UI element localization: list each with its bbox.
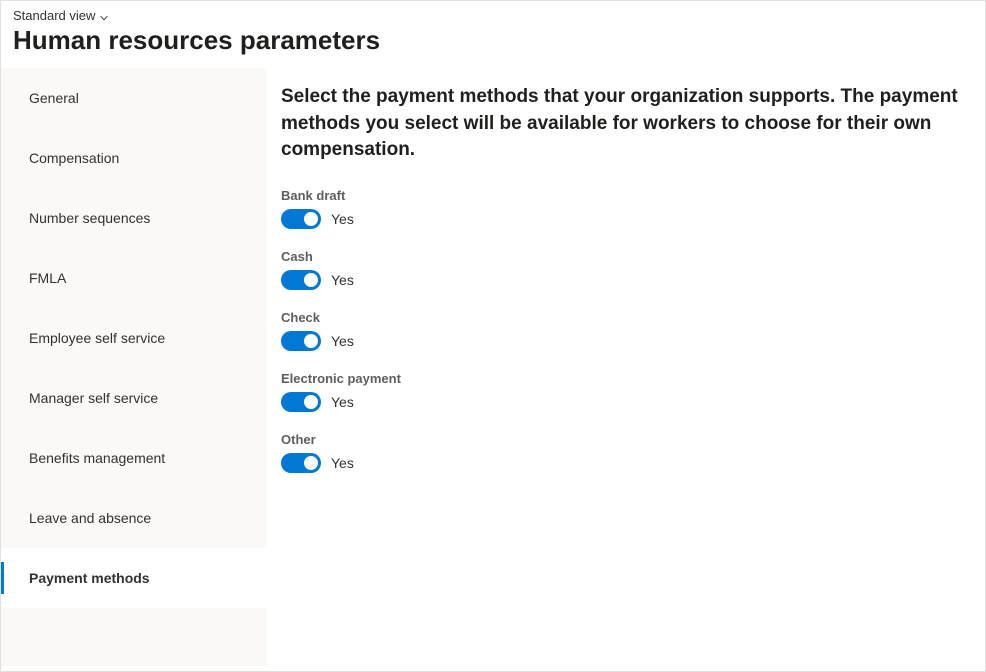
toggle-switch-check[interactable] — [281, 331, 321, 351]
toggle-group-check: Check Yes — [281, 310, 965, 351]
toggle-group-bank-draft: Bank draft Yes — [281, 188, 965, 229]
toggle-value: Yes — [331, 333, 354, 349]
view-selector-label: Standard view — [13, 8, 95, 23]
toggle-label: Electronic payment — [281, 371, 965, 386]
sidebar-item-general[interactable]: General — [1, 68, 267, 128]
sidebar-item-label: General — [29, 90, 79, 106]
toggle-label: Cash — [281, 249, 965, 264]
sidebar-item-compensation[interactable]: Compensation — [1, 128, 267, 188]
sidebar-item-label: Payment methods — [29, 570, 150, 586]
sidebar-item-label: FMLA — [29, 270, 66, 286]
sidebar-item-label: Leave and absence — [29, 510, 151, 526]
sidebar-item-label: Manager self service — [29, 390, 158, 406]
toggle-switch-cash[interactable] — [281, 270, 321, 290]
sidebar-item-leave-and-absence[interactable]: Leave and absence — [1, 488, 267, 548]
sidebar-item-number-sequences[interactable]: Number sequences — [1, 188, 267, 248]
sidebar-nav: General Compensation Number sequences FM… — [1, 68, 267, 666]
toggle-group-electronic-payment: Electronic payment Yes — [281, 371, 965, 412]
toggle-label: Other — [281, 432, 965, 447]
toggle-label: Check — [281, 310, 965, 325]
sidebar-item-label: Number sequences — [29, 210, 150, 226]
toggle-value: Yes — [331, 272, 354, 288]
page-title: Human resources parameters — [13, 25, 973, 56]
sidebar-item-employee-self-service[interactable]: Employee self service — [1, 308, 267, 368]
sidebar-item-manager-self-service[interactable]: Manager self service — [1, 368, 267, 428]
toggle-switch-electronic-payment[interactable] — [281, 392, 321, 412]
sidebar-item-benefits-management[interactable]: Benefits management — [1, 428, 267, 488]
sidebar-item-label: Employee self service — [29, 330, 165, 346]
toggle-value: Yes — [331, 394, 354, 410]
view-selector[interactable]: Standard view — [13, 8, 109, 23]
chevron-down-icon — [99, 11, 109, 21]
toggle-label: Bank draft — [281, 188, 965, 203]
instructions-text: Select the payment methods that your org… — [281, 84, 965, 164]
toggle-value: Yes — [331, 455, 354, 471]
toggle-switch-bank-draft[interactable] — [281, 209, 321, 229]
toggle-group-cash: Cash Yes — [281, 249, 965, 290]
sidebar-item-label: Benefits management — [29, 450, 165, 466]
sidebar-item-payment-methods[interactable]: Payment methods — [1, 548, 267, 608]
sidebar-item-fmla[interactable]: FMLA — [1, 248, 267, 308]
sidebar-item-label: Compensation — [29, 150, 119, 166]
toggle-value: Yes — [331, 211, 354, 227]
toggle-switch-other[interactable] — [281, 453, 321, 473]
main-content: Select the payment methods that your org… — [267, 68, 985, 666]
toggle-group-other: Other Yes — [281, 432, 965, 473]
